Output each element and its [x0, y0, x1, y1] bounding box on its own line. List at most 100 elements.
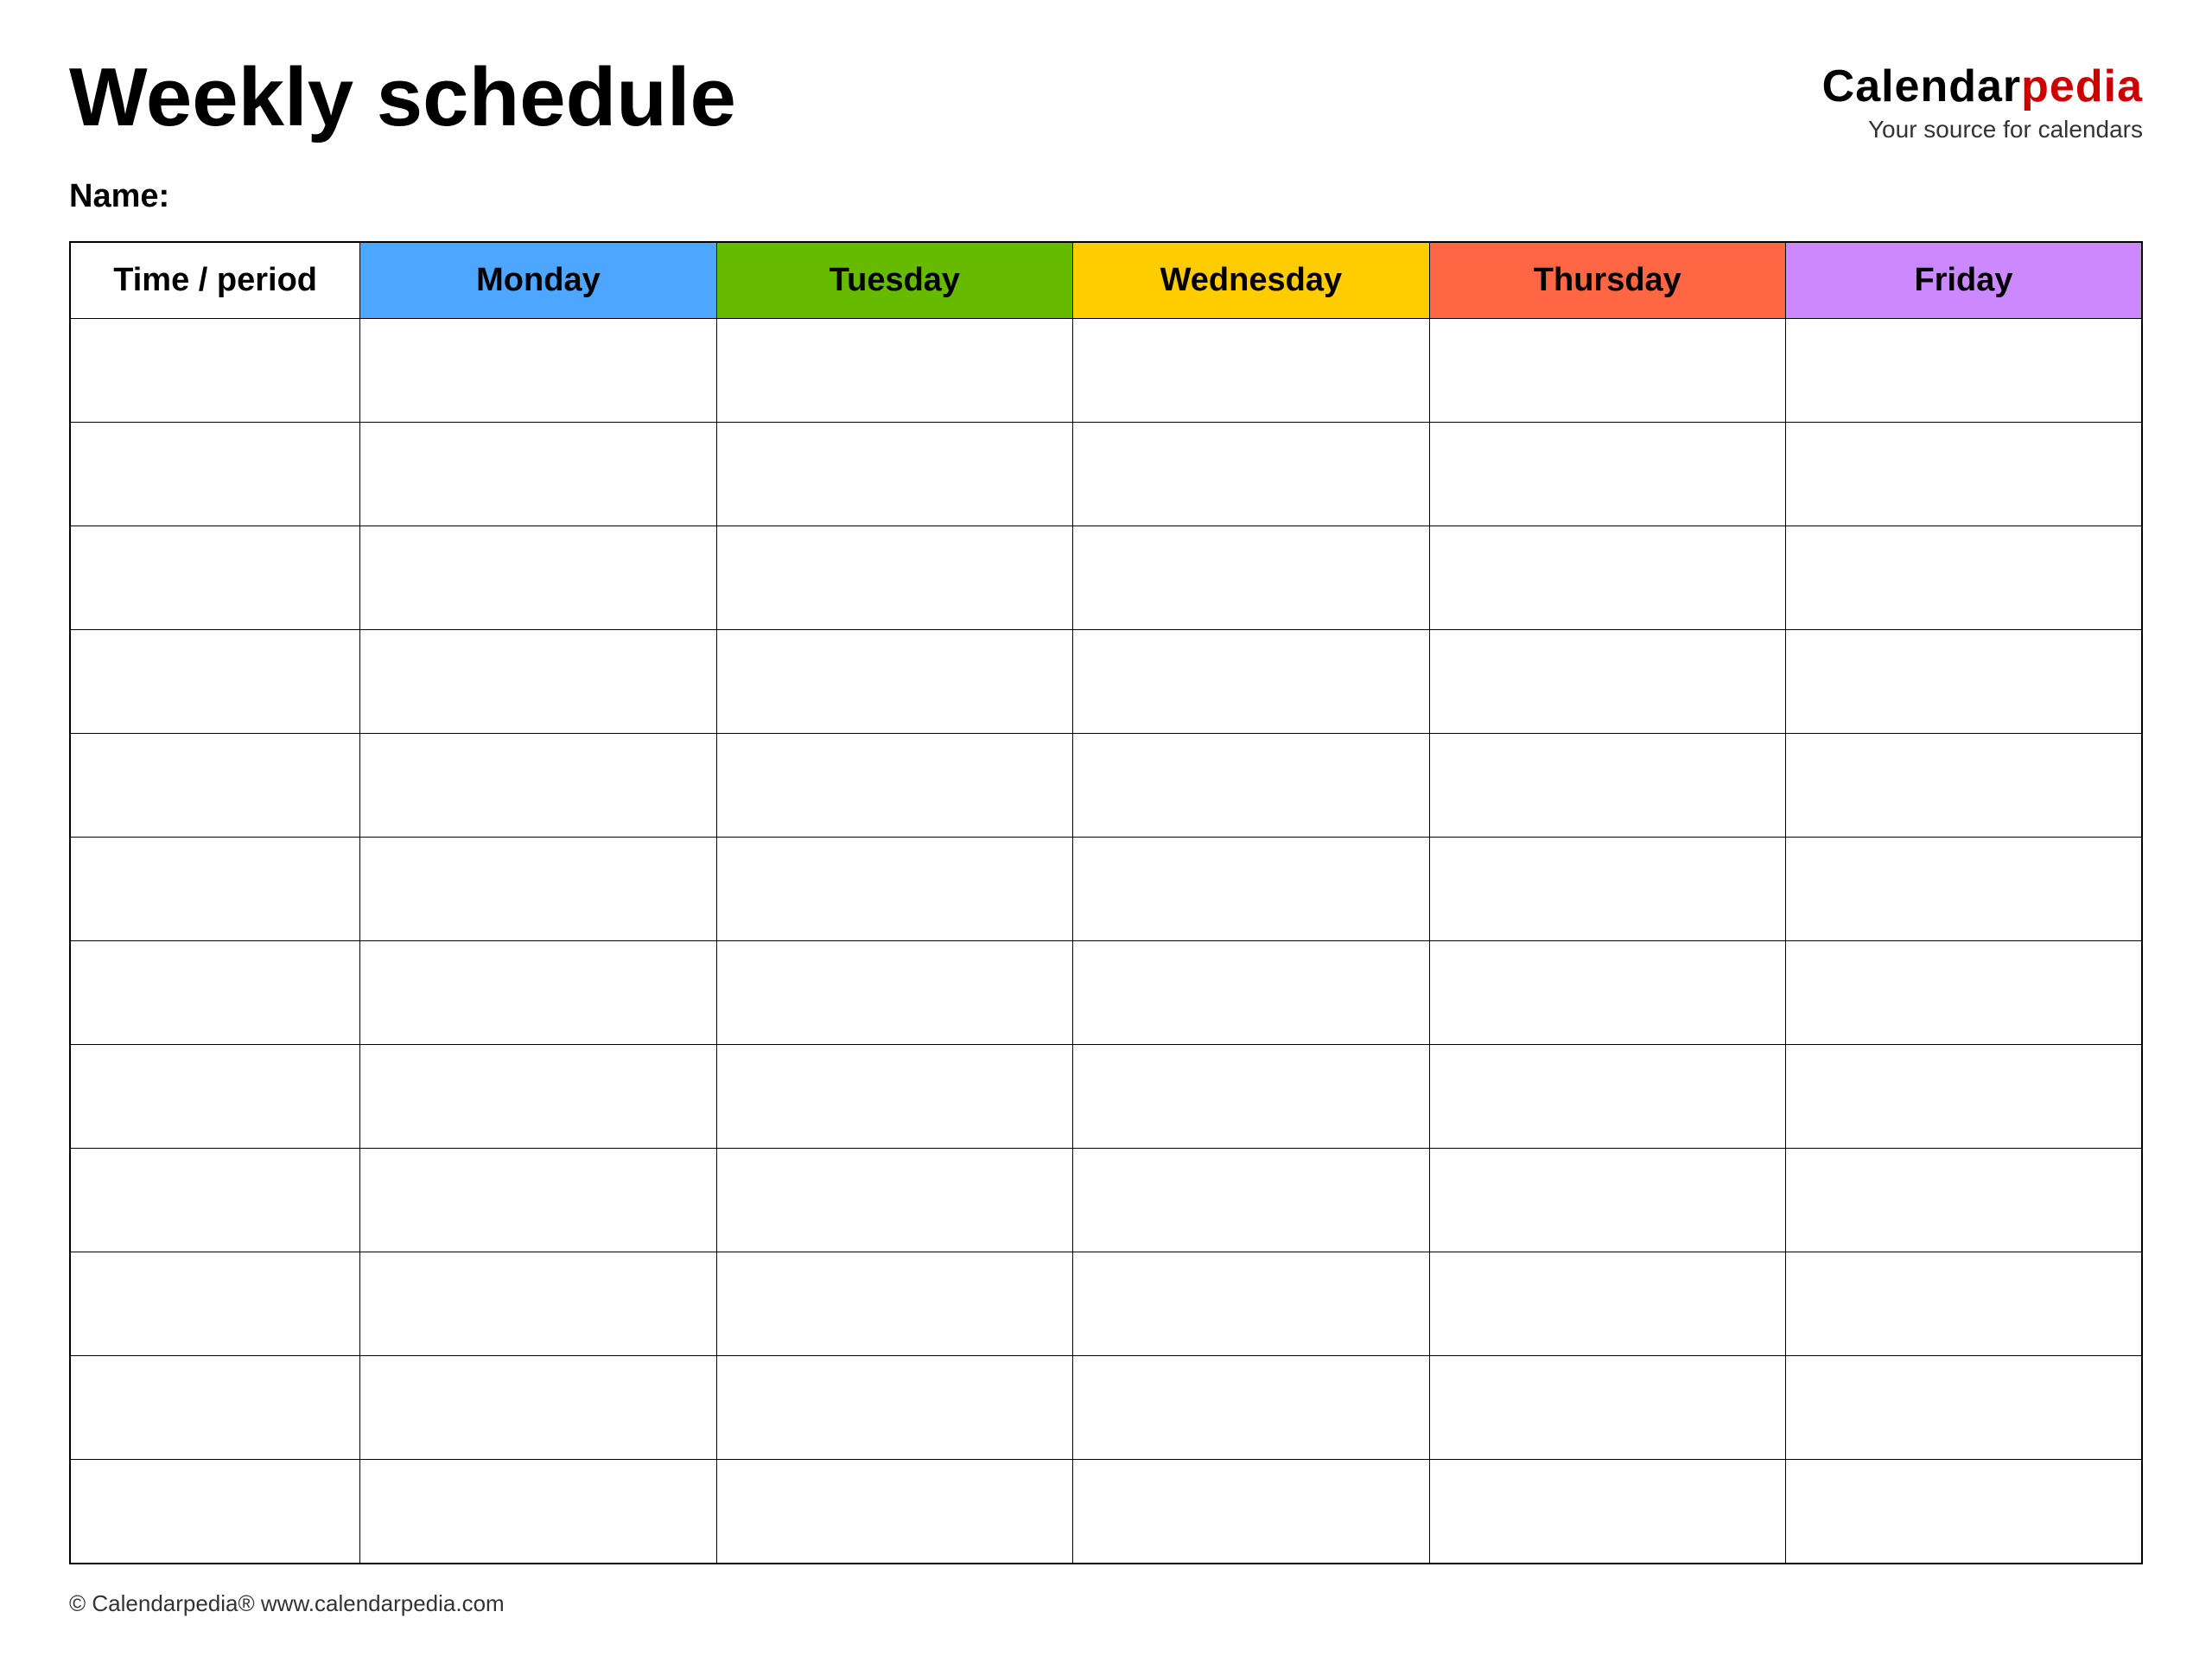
table-cell[interactable] [716, 1252, 1072, 1356]
table-cell[interactable] [1073, 1460, 1429, 1564]
table-row [70, 423, 2142, 526]
col-friday: Friday [1786, 242, 2142, 319]
table-row [70, 526, 2142, 630]
col-thursday: Thursday [1429, 242, 1785, 319]
table-cell[interactable] [1073, 941, 1429, 1045]
col-tuesday: Tuesday [716, 242, 1072, 319]
table-cell[interactable] [1786, 1045, 2142, 1149]
table-cell[interactable] [1073, 1045, 1429, 1149]
table-cell[interactable] [70, 630, 360, 734]
table-cell[interactable] [716, 1149, 1072, 1252]
table-cell[interactable] [360, 1252, 716, 1356]
schedule-table: Time / period Monday Tuesday Wednesday T… [69, 241, 2143, 1564]
table-cell[interactable] [1073, 319, 1429, 423]
table-cell[interactable] [70, 941, 360, 1045]
table-row [70, 941, 2142, 1045]
table-row [70, 1356, 2142, 1460]
table-cell[interactable] [360, 1149, 716, 1252]
table-cell[interactable] [1429, 1356, 1785, 1460]
table-cell[interactable] [360, 1356, 716, 1460]
table-cell[interactable] [1073, 1149, 1429, 1252]
table-cell[interactable] [1429, 630, 1785, 734]
table-cell[interactable] [1786, 1252, 2142, 1356]
table-cell[interactable] [716, 941, 1072, 1045]
table-cell[interactable] [1786, 1460, 2142, 1564]
header-row: Time / period Monday Tuesday Wednesday T… [70, 242, 2142, 319]
table-cell[interactable] [1073, 526, 1429, 630]
table-cell[interactable] [1786, 941, 2142, 1045]
col-wednesday: Wednesday [1073, 242, 1429, 319]
brand-logo: Calendarpedia Your source for calendars [1822, 52, 2143, 143]
table-cell[interactable] [1429, 734, 1785, 838]
footer: © Calendarpedia® www.calendarpedia.com [69, 1590, 2143, 1617]
table-cell[interactable] [1073, 1252, 1429, 1356]
table-cell[interactable] [1429, 423, 1785, 526]
table-row [70, 630, 2142, 734]
brand-pedia-text: pedia [2021, 61, 2143, 111]
table-row [70, 1045, 2142, 1149]
table-cell[interactable] [716, 1356, 1072, 1460]
table-cell[interactable] [716, 1460, 1072, 1564]
table-cell[interactable] [70, 838, 360, 941]
table-cell[interactable] [70, 423, 360, 526]
table-row [70, 1149, 2142, 1252]
table-cell[interactable] [716, 423, 1072, 526]
table-cell[interactable] [1786, 1149, 2142, 1252]
table-cell[interactable] [1073, 630, 1429, 734]
table-row [70, 1460, 2142, 1564]
table-cell[interactable] [360, 1460, 716, 1564]
table-row [70, 1252, 2142, 1356]
col-time: Time / period [70, 242, 360, 319]
table-cell[interactable] [1073, 1356, 1429, 1460]
table-cell[interactable] [70, 1356, 360, 1460]
table-cell[interactable] [1429, 526, 1785, 630]
table-cell[interactable] [1786, 838, 2142, 941]
table-cell[interactable] [70, 734, 360, 838]
table-cell[interactable] [360, 423, 716, 526]
table-cell[interactable] [716, 1045, 1072, 1149]
table-row [70, 319, 2142, 423]
table-cell[interactable] [1429, 838, 1785, 941]
table-cell[interactable] [1429, 1045, 1785, 1149]
table-cell[interactable] [360, 734, 716, 838]
table-cell[interactable] [1786, 319, 2142, 423]
table-cell[interactable] [716, 838, 1072, 941]
table-cell[interactable] [360, 1045, 716, 1149]
page-header: Weekly schedule Calendarpedia Your sourc… [69, 52, 2143, 143]
table-cell[interactable] [70, 1460, 360, 1564]
table-cell[interactable] [716, 526, 1072, 630]
table-cell[interactable] [1429, 319, 1785, 423]
table-cell[interactable] [1786, 734, 2142, 838]
table-cell[interactable] [1429, 1149, 1785, 1252]
table-cell[interactable] [716, 734, 1072, 838]
col-monday: Monday [360, 242, 716, 319]
table-cell[interactable] [716, 319, 1072, 423]
table-cell[interactable] [1073, 423, 1429, 526]
table-cell[interactable] [1786, 423, 2142, 526]
table-cell[interactable] [70, 526, 360, 630]
brand-name: Calendarpedia [1822, 61, 2143, 112]
brand-tagline: Your source for calendars [1868, 116, 2143, 143]
table-cell[interactable] [70, 1252, 360, 1356]
table-cell[interactable] [360, 838, 716, 941]
table-cell[interactable] [1786, 1356, 2142, 1460]
table-cell[interactable] [70, 1149, 360, 1252]
table-cell[interactable] [1429, 1460, 1785, 1564]
table-cell[interactable] [360, 526, 716, 630]
table-cell[interactable] [1073, 838, 1429, 941]
table-cell[interactable] [70, 1045, 360, 1149]
table-cell[interactable] [1073, 734, 1429, 838]
table-cell[interactable] [70, 319, 360, 423]
table-cell[interactable] [1429, 1252, 1785, 1356]
table-cell[interactable] [1786, 526, 2142, 630]
page-title: Weekly schedule [69, 52, 736, 143]
table-cell[interactable] [1786, 630, 2142, 734]
table-cell[interactable] [1429, 941, 1785, 1045]
table-row [70, 838, 2142, 941]
table-cell[interactable] [360, 941, 716, 1045]
table-cell[interactable] [716, 630, 1072, 734]
brand-calendar-text: Calendar [1822, 61, 2022, 111]
table-cell[interactable] [360, 319, 716, 423]
table-cell[interactable] [360, 630, 716, 734]
name-label: Name: [69, 178, 2143, 215]
